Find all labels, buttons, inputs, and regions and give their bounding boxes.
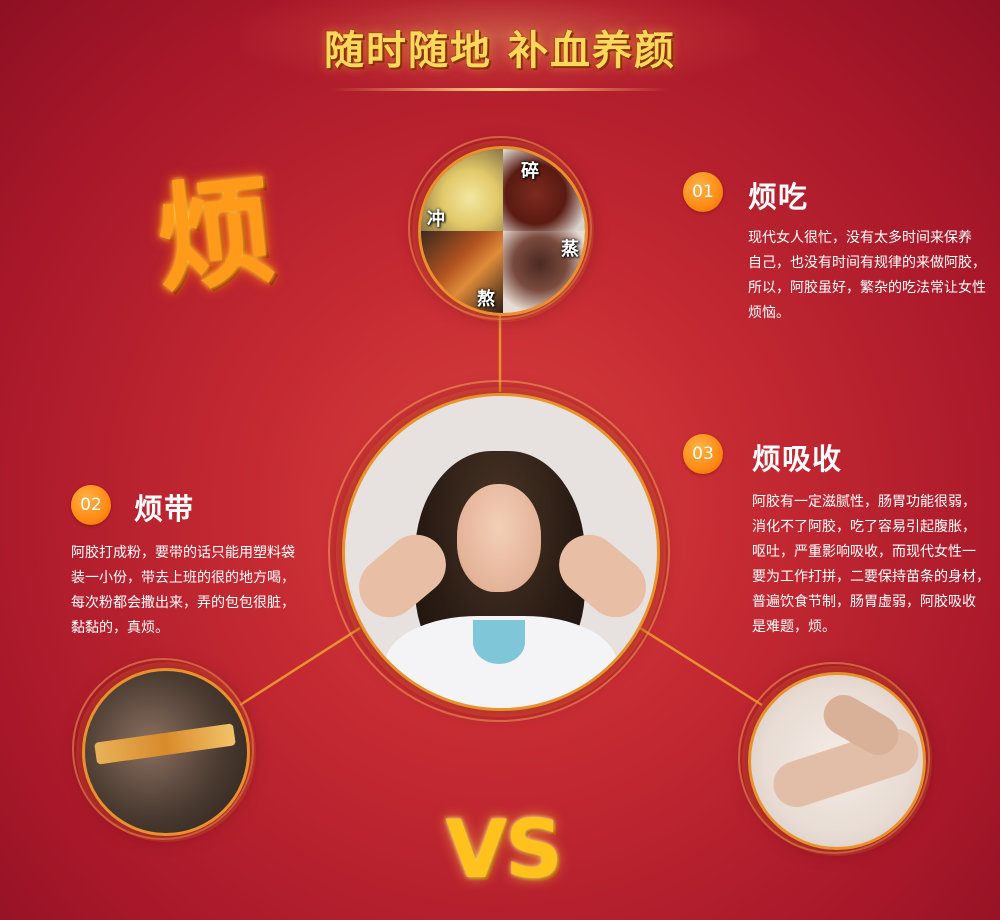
section-01-title: 烦吃 xyxy=(748,180,809,214)
stressed-woman-image xyxy=(342,393,660,711)
section-03-badge: 03 xyxy=(683,434,723,474)
section-02-body: 阿胶打成粉，要带的话只能用塑料袋 装一小份，带去上班的很的地方喝， 每次粉都会撒… xyxy=(71,545,295,636)
food-photo-sui xyxy=(503,149,585,231)
food-label-ao: 熬 xyxy=(477,289,495,310)
section-02-badge: 02 xyxy=(71,485,111,525)
food-collage-image: 冲 碎 熬 蒸 xyxy=(418,146,588,316)
food-label-zheng: 蒸 xyxy=(561,239,579,260)
section-03-title: 烦吸收 xyxy=(752,442,843,476)
section-03-body: 阿胶有一定滋腻性，肠胃功能很弱， 消化不了阿胶，吃了容易引起腹胀， 呕吐，严重影… xyxy=(752,494,990,635)
food-label-sui: 碎 xyxy=(521,161,539,182)
food-label-chong: 冲 xyxy=(427,209,445,230)
stomachache-image xyxy=(748,672,926,850)
section-01-body: 现代女人很忙，没有太多时间来保养 自己，也没有时间有规律的来做阿胶， 所以，阿胶… xyxy=(748,230,986,321)
section-01-badge: 01 xyxy=(683,172,723,212)
bag-image xyxy=(82,668,250,836)
section-02-title: 烦带 xyxy=(134,492,195,526)
vs-mark: VS xyxy=(445,803,563,896)
